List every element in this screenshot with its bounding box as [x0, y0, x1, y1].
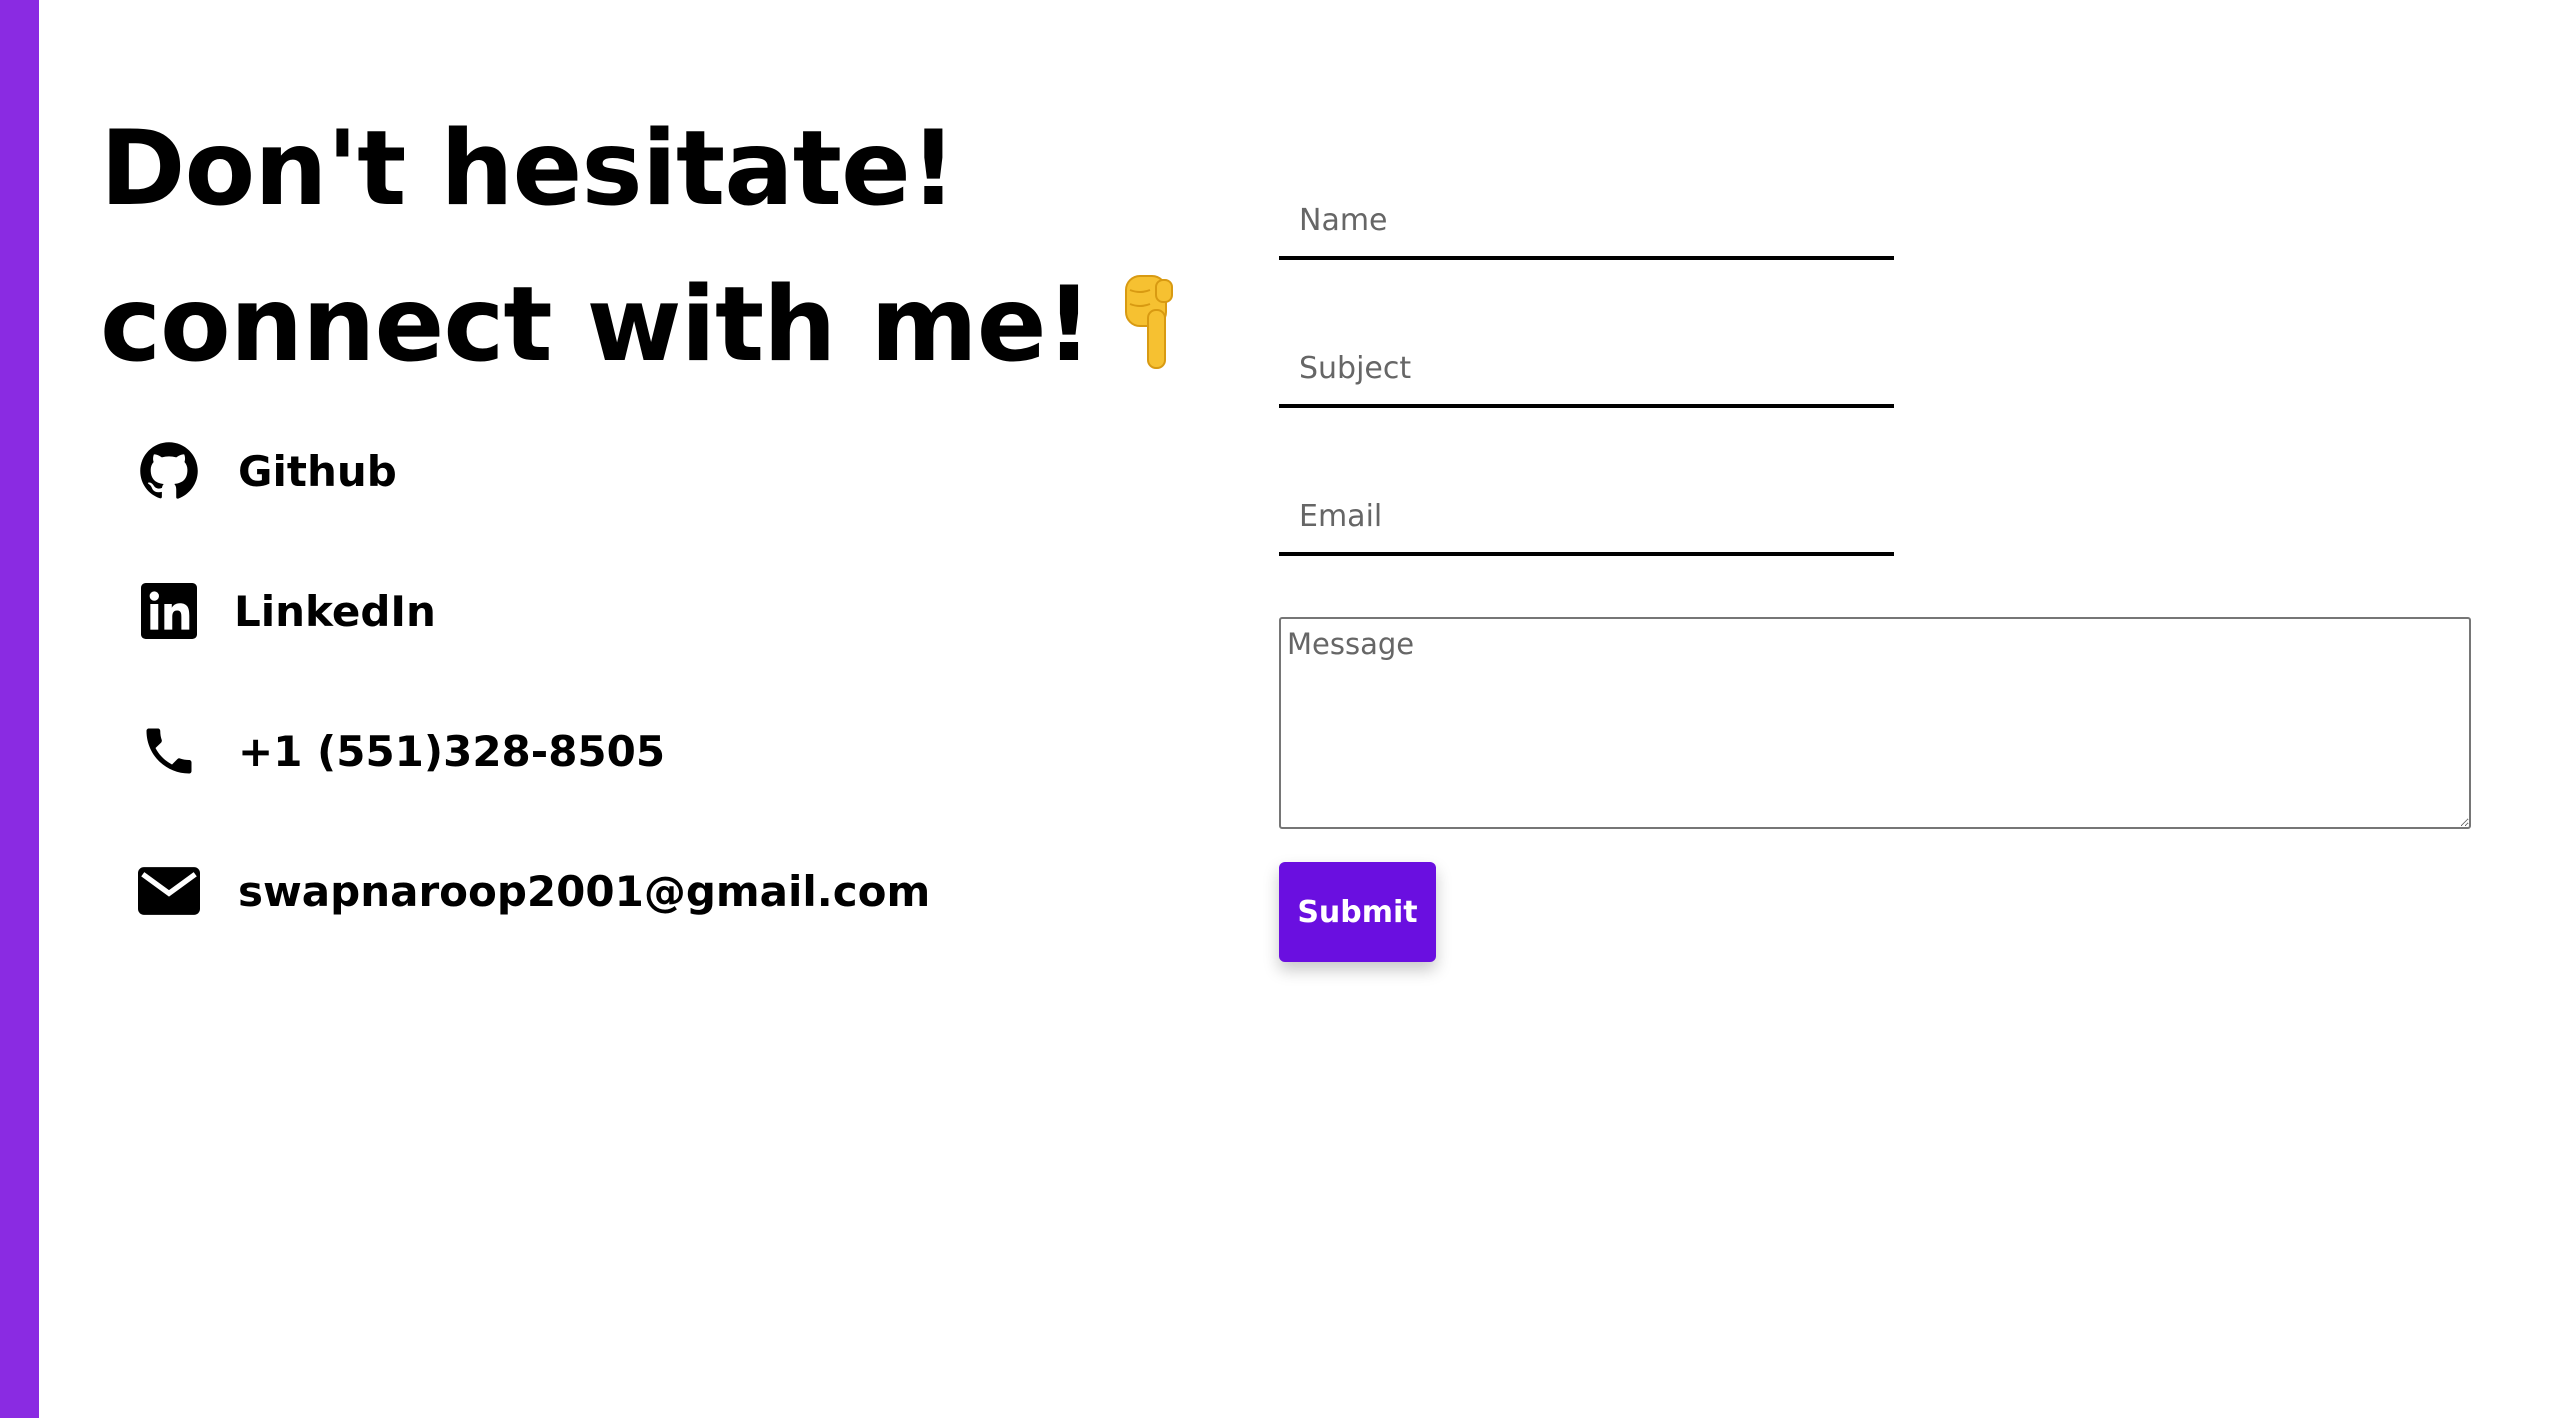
phone-link[interactable]: +1 (551)328-8505 [138, 716, 665, 786]
subject-field[interactable] [1279, 332, 1894, 408]
pointing-down-icon [1120, 270, 1188, 372]
headline-line-2-text: connect with me! [100, 265, 1093, 385]
linkedin-link[interactable]: LinkedIn [138, 576, 436, 646]
contact-page: Don't hesitate! connect with me! Github … [0, 0, 2560, 1418]
name-field[interactable] [1279, 184, 1894, 260]
github-label: Github [238, 446, 397, 496]
envelope-icon [138, 860, 200, 922]
github-icon [138, 440, 200, 502]
email-link[interactable]: swapnaroop2001@gmail.com [138, 856, 930, 926]
message-textarea[interactable] [1279, 617, 2471, 829]
email-label: swapnaroop2001@gmail.com [238, 866, 931, 916]
github-link[interactable]: Github [138, 436, 397, 506]
email-field[interactable] [1279, 480, 1894, 556]
linkedin-label: LinkedIn [234, 586, 436, 636]
headline-line-1: Don't hesitate! [100, 109, 957, 229]
accent-sidebar-bar [0, 0, 39, 1418]
submit-button[interactable]: Submit [1279, 862, 1436, 962]
headline-line-2: connect with me! [100, 270, 1188, 377]
phone-icon [138, 720, 200, 782]
linkedin-icon [138, 580, 200, 642]
phone-label: +1 (551)328-8505 [238, 726, 666, 776]
